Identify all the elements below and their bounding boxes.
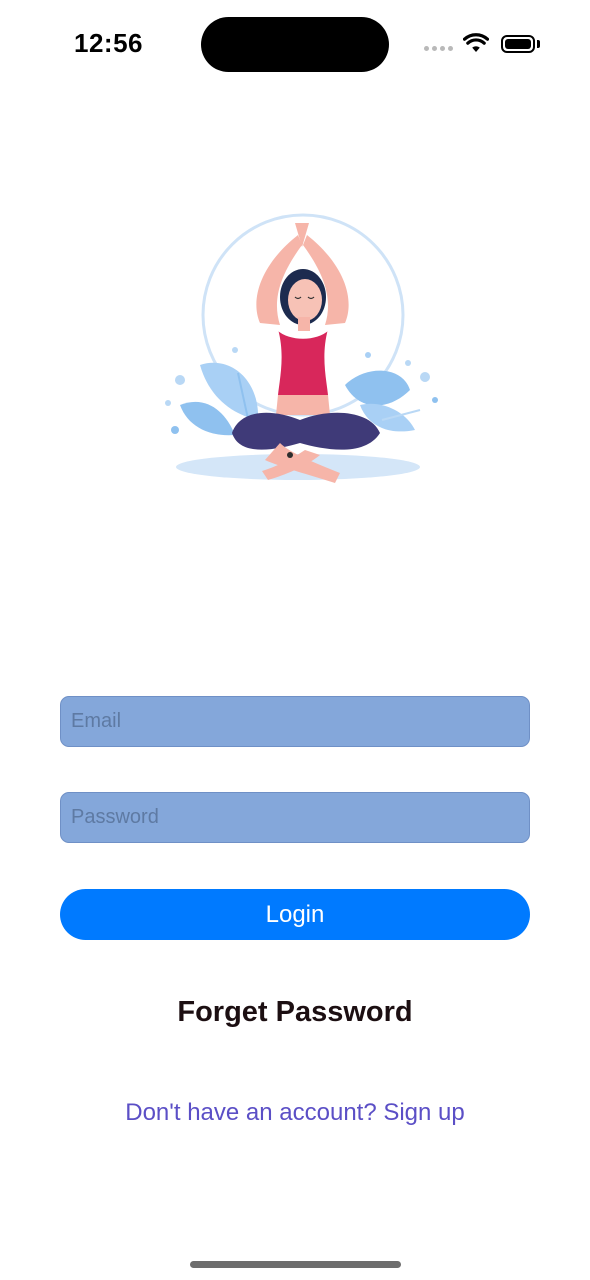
cellular-signal-icon [424,46,454,54]
status-time: 12:56 [74,28,143,58]
yoga-meditation-illustration [165,213,438,483]
signup-link[interactable]: Don't have an account? Sign up [0,1099,590,1127]
status-bar: 12:56 [0,0,590,90]
wifi-icon [463,33,489,52]
battery-cap [537,40,540,48]
home-indicator[interactable] [190,1261,401,1268]
password-field[interactable] [60,792,530,843]
login-button[interactable]: Login [60,889,530,940]
forget-password-button[interactable]: Forget Password [0,996,590,1029]
battery-icon [501,35,535,53]
email-field[interactable] [60,696,530,747]
dynamic-island [201,17,389,72]
